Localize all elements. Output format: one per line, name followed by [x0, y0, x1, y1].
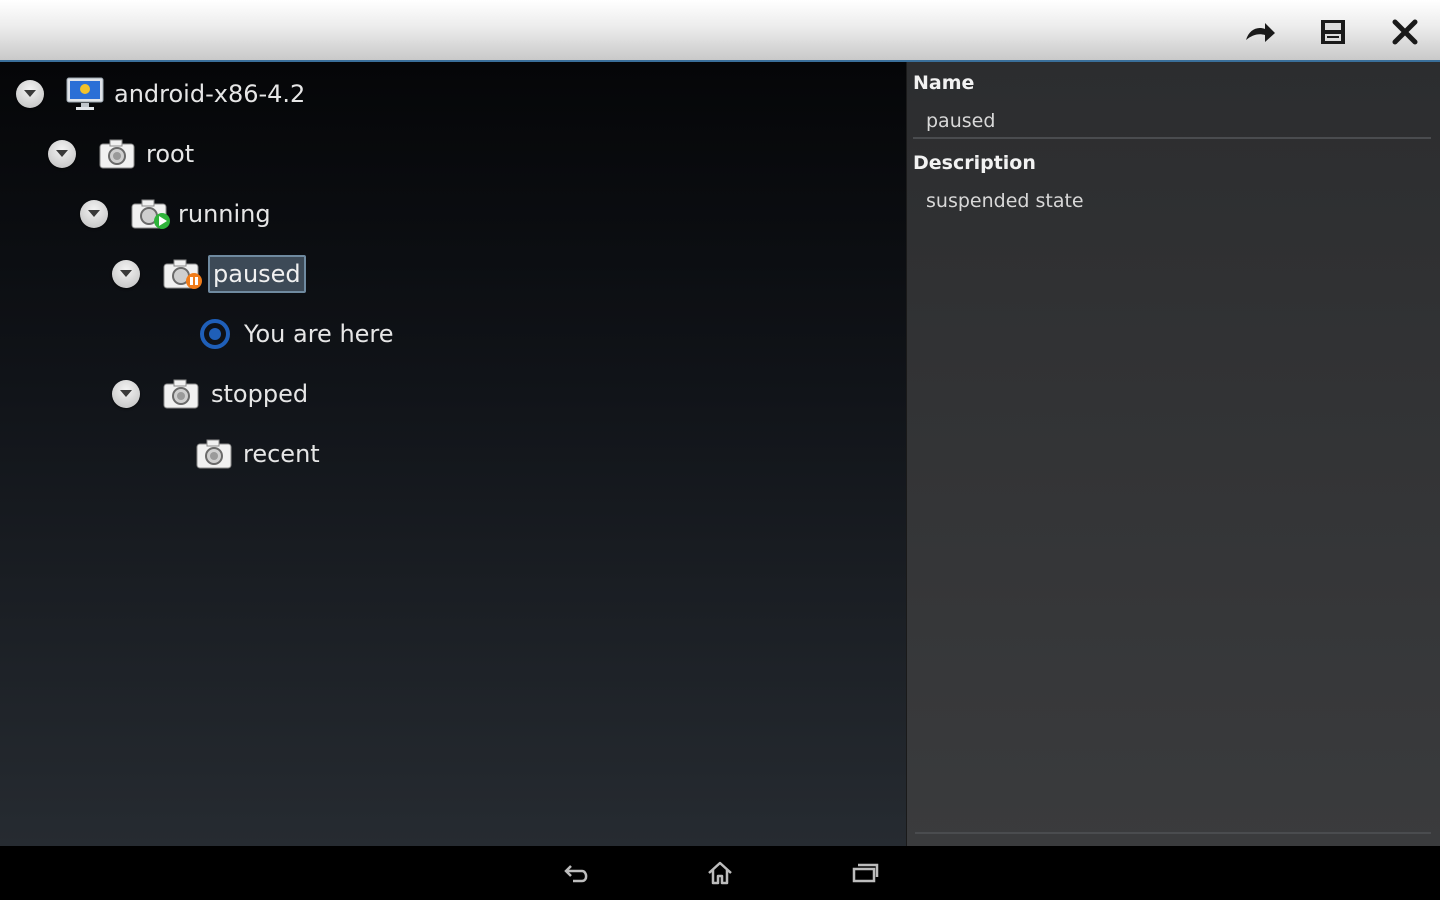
tree-node-label: You are here [244, 320, 394, 348]
collapse-toggle-icon[interactable] [80, 200, 108, 228]
recent-apps-icon[interactable] [845, 856, 885, 890]
snapshot-details-panel: Name paused Description suspended state [906, 62, 1440, 846]
name-field-label: Name [913, 72, 975, 94]
collapse-toggle-icon[interactable] [16, 80, 44, 108]
snapshot-camera-icon [195, 437, 233, 471]
tree-node-paused[interactable]: paused [0, 244, 906, 304]
tree-node-root[interactable]: root [0, 124, 906, 184]
save-icon[interactable] [1311, 10, 1355, 54]
description-field-underline [915, 832, 1431, 834]
home-icon[interactable] [700, 856, 740, 890]
tree-node-label: android-x86-4.2 [114, 80, 306, 108]
tree-node-stopped[interactable]: stopped [0, 364, 906, 424]
system-navigation-bar [0, 846, 1440, 900]
tree-node-recent[interactable]: recent [0, 424, 906, 484]
tree-node-label: root [146, 140, 195, 168]
tree-node-running[interactable]: running [0, 184, 906, 244]
tree-node-label: stopped [211, 380, 309, 408]
snapshot-tree: android-x86-4.2 root running paused You … [0, 62, 906, 846]
snapshot-camera-icon [98, 137, 136, 171]
tree-node-label: paused [208, 255, 306, 293]
tree-node-current-state[interactable]: You are here [0, 304, 906, 364]
close-icon[interactable] [1383, 10, 1427, 54]
collapse-toggle-icon[interactable] [112, 260, 140, 288]
snapshot-camera-icon [162, 377, 200, 411]
snapshot-running-icon [130, 197, 174, 231]
current-state-radio-icon [198, 317, 232, 351]
back-icon[interactable] [557, 856, 597, 890]
name-field[interactable]: paused [913, 103, 1431, 139]
top-toolbar [0, 0, 1440, 62]
tree-node-machine[interactable]: android-x86-4.2 [0, 64, 906, 124]
snapshot-paused-icon [162, 257, 206, 291]
tree-node-label: recent [243, 440, 320, 468]
collapse-toggle-icon[interactable] [48, 140, 76, 168]
description-field-label: Description [913, 152, 1036, 174]
description-field[interactable]: suspended state [913, 183, 1431, 219]
collapse-toggle-icon[interactable] [112, 380, 140, 408]
redo-arrow-icon[interactable] [1238, 10, 1282, 54]
monitor-icon [66, 77, 104, 111]
tree-node-label: running [178, 200, 271, 228]
